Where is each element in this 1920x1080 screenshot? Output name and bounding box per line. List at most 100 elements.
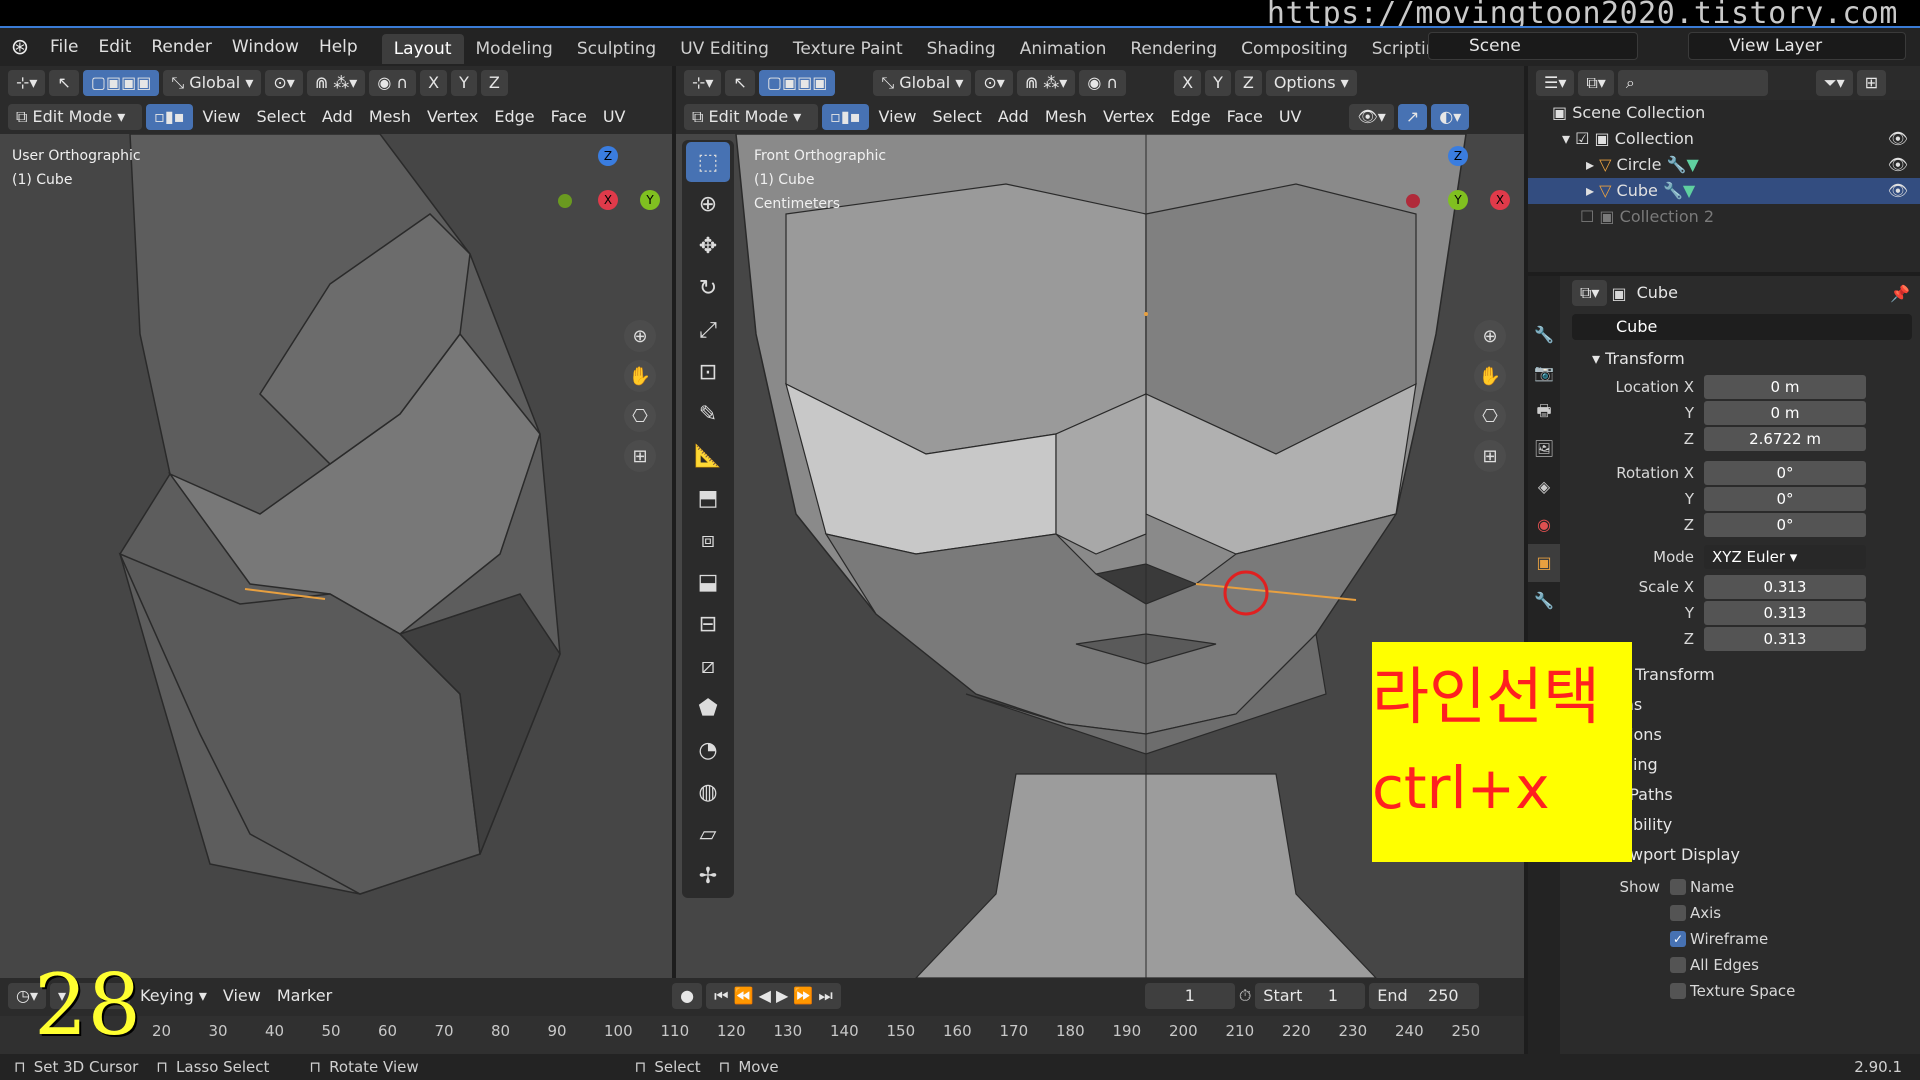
mirror-axis-x[interactable]: X	[420, 70, 448, 96]
visibility-icon[interactable]: 👁▾	[1349, 104, 1394, 130]
annotate-tool-icon[interactable]: ✎	[686, 394, 730, 434]
tab-uv-editing[interactable]: UV Editing	[668, 34, 781, 64]
measure-tool-icon[interactable]: 📐	[686, 436, 730, 476]
scene-collection-row[interactable]: ▣ Scene Collection	[1528, 100, 1920, 126]
outliner-editor-type-icon[interactable]: ☰▾	[1536, 70, 1575, 96]
poly-build-tool-icon[interactable]: ⬟	[686, 688, 730, 728]
menu-view-right[interactable]: View	[873, 104, 923, 130]
pivot-icon-right[interactable]: ⊙▾	[975, 70, 1013, 96]
smooth-tool-icon[interactable]: ◍	[686, 772, 730, 812]
menu-add[interactable]: Add	[316, 104, 359, 130]
scale-x-field[interactable]: 0.313	[1704, 575, 1866, 599]
select-tool-icon-right[interactable]: ↖	[725, 70, 755, 96]
location-z-field[interactable]: 2.6722 m	[1704, 427, 1866, 451]
menu-view[interactable]: View	[197, 104, 247, 130]
select-box-tool-icon[interactable]: ⬚	[686, 142, 730, 182]
rotation-z-field[interactable]: 0°	[1704, 513, 1866, 537]
rotation-x-field[interactable]: 0°	[1704, 461, 1866, 485]
blender-logo-icon[interactable]: ⊛	[0, 27, 40, 67]
outliner-search-input[interactable]: ⌕	[1617, 70, 1768, 96]
name-checkbox[interactable]	[1670, 879, 1686, 895]
end-frame-field[interactable]: End 250	[1369, 983, 1480, 1009]
mirror-axis-z[interactable]: Z	[480, 70, 508, 96]
options-dropdown[interactable]: Options ▾	[1265, 70, 1357, 96]
modifier-tab-icon[interactable]: 🔧	[1528, 582, 1560, 620]
vertex-edge-face-select-icon[interactable]: ▫▮▪	[146, 104, 193, 130]
mirror-axis-y-right[interactable]: Y	[1205, 70, 1231, 96]
outliner-row-collection-2[interactable]: ☐ ▣ Collection 2	[1528, 204, 1920, 230]
rotation-y-field[interactable]: 0°	[1704, 487, 1866, 511]
inset-tool-icon[interactable]: ⧈	[686, 520, 730, 560]
grid-icon[interactable]: ⊞	[624, 440, 656, 472]
menu-vertex-right[interactable]: Vertex	[1097, 104, 1160, 130]
snap-icon-right[interactable]: ⋒ ⁂▾	[1016, 70, 1076, 96]
current-frame-field[interactable]: 1	[1144, 983, 1235, 1009]
axis-checkbox[interactable]	[1670, 905, 1686, 921]
location-x-field[interactable]: 0 m	[1704, 375, 1866, 399]
neg-y-axis-icon[interactable]	[558, 194, 572, 208]
start-frame-field[interactable]: Start 1	[1255, 983, 1366, 1009]
mirror-axis-x-right[interactable]: X	[1174, 70, 1202, 96]
y-axis-icon[interactable]: Y	[640, 190, 660, 210]
z-axis-icon[interactable]: Z	[598, 146, 618, 166]
menu-mesh-right[interactable]: Mesh	[1039, 104, 1093, 130]
gizmo-toggle-icon[interactable]: ↗	[1397, 104, 1428, 130]
pan-hand-icon[interactable]: ✋	[624, 360, 656, 392]
camera-icon[interactable]: ⎔	[624, 400, 656, 432]
transform-tool-icon[interactable]: ⊡	[686, 352, 730, 392]
editor-type-button-right[interactable]: ⊹▾	[684, 70, 722, 96]
timeline-view-menu[interactable]: View	[217, 983, 267, 1009]
menu-face[interactable]: Face	[545, 104, 593, 130]
menu-uv-right[interactable]: UV	[1273, 104, 1308, 130]
spin-tool-icon[interactable]: ◔	[686, 730, 730, 770]
outliner-row-collection[interactable]: ▾ ☑ ▣ Collection 👁	[1528, 126, 1920, 152]
grid-icon-right[interactable]: ⊞	[1474, 440, 1506, 472]
scale-tool-icon[interactable]: ⤢	[686, 310, 730, 350]
rip-tool-icon[interactable]: ✢	[686, 856, 730, 896]
outliner-row-cube[interactable]: ▸ ▽ Cube 🔧▼ 👁	[1528, 178, 1920, 204]
zoom-icon-right[interactable]: ⊕	[1474, 320, 1506, 352]
mode-dropdown[interactable]: ⧉ Edit Mode ▾	[8, 104, 142, 130]
tab-compositing[interactable]: Compositing	[1229, 34, 1360, 64]
transform-section-header[interactable]: ▾ Transform	[1564, 344, 1920, 374]
left-navigation-gizmo[interactable]: Z X Y	[556, 146, 666, 256]
world-tab-icon[interactable]: ◉	[1528, 506, 1560, 544]
camera-icon-right[interactable]: ⎔	[1474, 400, 1506, 432]
menu-vertex[interactable]: Vertex	[421, 104, 484, 130]
filter-icon[interactable]: ⏷▾	[1815, 70, 1853, 96]
tab-modeling[interactable]: Modeling	[464, 34, 565, 64]
rotate-tool-icon[interactable]: ↻	[686, 268, 730, 308]
all-edges-checkbox[interactable]	[1670, 957, 1686, 973]
menu-window[interactable]: Window	[222, 27, 309, 67]
texture-space-checkbox[interactable]	[1670, 983, 1686, 999]
scene-tab-icon[interactable]: ◈	[1528, 468, 1560, 506]
tab-shading[interactable]: Shading	[915, 34, 1008, 64]
orientation-dropdown[interactable]: ⤡ Global ▾	[163, 70, 262, 96]
tab-sculpting[interactable]: Sculpting	[565, 34, 668, 64]
menu-select-right[interactable]: Select	[926, 104, 987, 130]
timeline-ruler[interactable]: 20 30 40 50 60 70 80 90 100 110 120 130 140 150 160 170…	[0, 1016, 1524, 1054]
select-mode-box-icon[interactable]: ▢▣▣▣	[82, 70, 160, 96]
properties-editor-icon[interactable]: ⧉▾	[1572, 280, 1608, 306]
zoom-icon[interactable]: ⊕	[624, 320, 656, 352]
tab-rendering[interactable]: Rendering	[1118, 34, 1229, 64]
eye-icon[interactable]: 👁	[1888, 126, 1908, 152]
menu-select[interactable]: Select	[250, 104, 311, 130]
menu-edge-right[interactable]: Edge	[1164, 104, 1216, 130]
wireframe-checkbox[interactable]: ✓	[1670, 931, 1686, 947]
move-tool-icon[interactable]: ✥	[686, 226, 730, 266]
menu-face-right[interactable]: Face	[1221, 104, 1269, 130]
tab-texture-paint[interactable]: Texture Paint	[781, 34, 915, 64]
overlay-toggle-icon[interactable]: ◐▾	[1431, 104, 1470, 130]
select-mode-box-icon-right[interactable]: ▢▣▣▣	[758, 70, 836, 96]
editor-type-button[interactable]: ⊹▾	[8, 70, 46, 96]
tab-layout[interactable]: Layout	[381, 34, 464, 64]
location-y-field[interactable]: 0 m	[1704, 401, 1866, 425]
menu-mesh[interactable]: Mesh	[363, 104, 417, 130]
z-axis-icon-right[interactable]: Z	[1448, 146, 1468, 166]
mirror-axis-z-right[interactable]: Z	[1234, 70, 1262, 96]
menu-edit[interactable]: Edit	[88, 27, 141, 67]
pin-icon[interactable]: 📌	[1890, 284, 1910, 303]
cursor-tool-icon[interactable]: ⊕	[686, 184, 730, 224]
pan-hand-icon-right[interactable]: ✋	[1474, 360, 1506, 392]
